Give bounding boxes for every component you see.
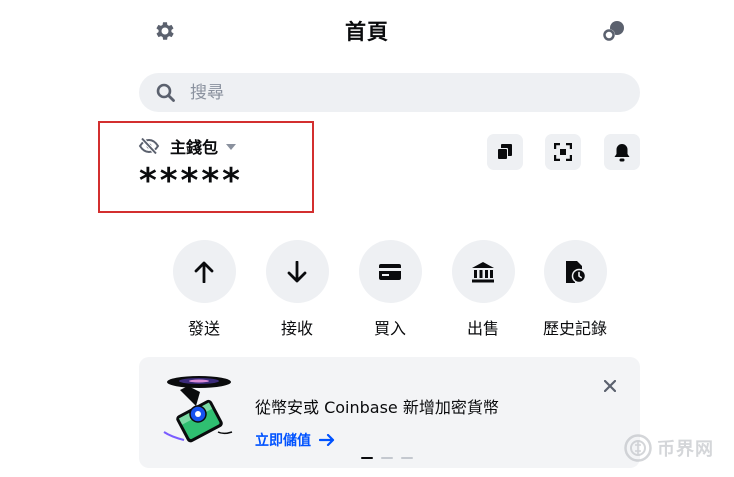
pagination-dot[interactable]	[401, 457, 413, 459]
caret-down-icon	[226, 143, 237, 150]
scan-icon	[554, 143, 572, 161]
action-send[interactable]: 發送	[159, 240, 249, 339]
eye-off-icon[interactable]	[138, 137, 160, 155]
wallet-selector[interactable]: 主錢包	[138, 134, 237, 158]
promo-pagination	[361, 457, 413, 459]
send-button[interactable]	[172, 240, 236, 303]
watermark: 币界网	[624, 434, 714, 462]
history-label: 歷史記錄	[542, 319, 607, 338]
deposit-link-label[interactable]: 立即儲值	[255, 430, 311, 450]
copy-address-button[interactable]	[487, 134, 523, 170]
history-button[interactable]	[543, 240, 607, 303]
sell-label: 出售	[466, 319, 499, 338]
send-label: 發送	[187, 319, 220, 338]
buy-button[interactable]	[358, 240, 422, 303]
promo-title: 從幣安或 Coinbase 新增加密貨幣	[255, 398, 499, 417]
search-icon	[156, 83, 175, 102]
notifications-button[interactable]	[604, 134, 640, 170]
copy-icon	[497, 144, 512, 160]
connect-button[interactable]	[598, 16, 630, 46]
bell-icon	[614, 143, 630, 161]
wallet-name: 主錢包	[170, 138, 219, 157]
promo-illustration	[158, 372, 240, 454]
action-history[interactable]: 歷史記錄	[530, 240, 620, 339]
deposit-link[interactable]: 立即儲值	[255, 430, 335, 450]
bank-icon	[472, 261, 494, 282]
search-input[interactable]	[190, 82, 590, 103]
history-icon	[566, 260, 586, 283]
watermark-logo-icon	[624, 434, 652, 462]
action-buy[interactable]: 買入	[345, 240, 435, 339]
receive-button[interactable]	[265, 240, 329, 303]
pagination-dot-active[interactable]	[361, 457, 373, 459]
sell-button[interactable]	[451, 240, 515, 303]
promo-close-button[interactable]	[599, 375, 621, 397]
arrow-down-icon	[287, 260, 307, 282]
connect-icon	[603, 21, 624, 41]
action-receive[interactable]: 接收	[252, 240, 342, 339]
card-icon	[379, 263, 401, 280]
close-icon	[604, 380, 616, 392]
action-sell[interactable]: 出售	[438, 240, 528, 339]
arrow-right-icon[interactable]	[319, 434, 335, 446]
receive-label: 接收	[280, 319, 313, 338]
scan-qr-button[interactable]	[545, 134, 581, 170]
watermark-text: 币界网	[657, 439, 714, 460]
search-bar[interactable]	[139, 73, 640, 112]
buy-label: 買入	[373, 319, 406, 338]
pagination-dot[interactable]	[381, 457, 393, 459]
arrow-up-icon	[194, 261, 214, 283]
wallet-balance: *****	[139, 161, 243, 201]
